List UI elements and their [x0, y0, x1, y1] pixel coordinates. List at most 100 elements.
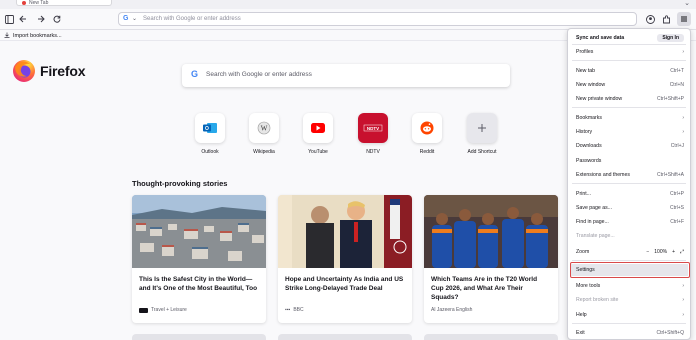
menu-label: Exit: [576, 329, 585, 336]
menu-item-new-tab[interactable]: New tab Ctrl+T: [568, 65, 690, 76]
zoom-out-button[interactable]: −: [646, 249, 649, 255]
menu-item-new-window[interactable]: New window Ctrl+N: [568, 79, 690, 90]
menu-item-help[interactable]: Help ›: [568, 309, 690, 320]
menu-item-new-private-window[interactable]: New private window Ctrl+Shift+P: [568, 93, 690, 104]
menu-item-print[interactable]: Print... Ctrl+P: [568, 188, 690, 199]
reddit-icon: [412, 113, 442, 143]
chevron-right-icon: ›: [682, 311, 684, 318]
shortcut-label: NDTV: [366, 149, 380, 155]
menu-shortcut: Ctrl+F: [670, 218, 684, 225]
sidebar-icon[interactable]: [3, 13, 15, 25]
menu-item-profiles[interactable]: Profiles ›: [568, 46, 690, 57]
tab-strip: New Tab ⌄: [0, 0, 696, 9]
forward-button[interactable]: [35, 13, 47, 25]
zoom-level[interactable]: 100%: [654, 249, 667, 255]
menu-item-report-broken-site[interactable]: Report broken site ›: [568, 294, 690, 305]
chevron-right-icon: ›: [682, 114, 684, 121]
menu-label: Passwords: [576, 157, 602, 164]
menu-shortcut: Ctrl+Shift+P: [657, 95, 684, 102]
app-menu-panel: Sync and save data Sign In Profiles › Ne…: [567, 28, 691, 340]
menu-item-translate: Translate page...: [568, 230, 690, 241]
google-engine-icon[interactable]: G: [123, 15, 128, 22]
shortcut-label: Reddit: [419, 149, 435, 155]
story-title: Hope and Uncertainty As India and US Str…: [285, 276, 404, 292]
menu-item-more-tools[interactable]: More tools ›: [568, 280, 690, 291]
menu-item-exit[interactable]: Exit Ctrl+Shift+Q: [568, 327, 690, 338]
menu-sync-label: Sync and save data: [576, 34, 625, 41]
menu-label: Help: [576, 311, 587, 318]
url-placeholder: Search with Google or enter address: [143, 16, 241, 22]
story-card-partial[interactable]: [278, 334, 412, 340]
story-card-partial[interactable]: [424, 334, 558, 340]
shortcut-reddit[interactable]: Reddit: [407, 113, 447, 155]
shortcut-wikipedia[interactable]: W Wikipedia: [244, 113, 284, 155]
svg-text:W: W: [261, 125, 268, 133]
menu-shortcut: Ctrl+Shift+Q: [656, 329, 684, 336]
menu-label: Extensions and themes: [576, 171, 630, 178]
list-all-tabs-icon[interactable]: ⌄: [684, 0, 690, 8]
google-icon: G: [191, 69, 199, 79]
menu-label: New window: [576, 81, 606, 88]
shortcut-label: Outlook: [201, 149, 219, 155]
menu-label: History: [576, 128, 593, 135]
account-icon[interactable]: [644, 13, 656, 25]
svg-text:NDTV: NDTV: [367, 126, 379, 131]
shortcut-outlook[interactable]: O Outlook: [190, 113, 230, 155]
plus-icon: [467, 113, 497, 143]
menu-item-bookmarks[interactable]: Bookmarks ›: [568, 112, 690, 123]
tab-title: New Tab: [29, 0, 49, 6]
shortcut-label: YouTube: [308, 149, 328, 155]
story-card[interactable]: Hope and Uncertainty As India and US Str…: [278, 195, 412, 323]
story-source: ▪▪▪ BBC: [285, 307, 304, 313]
ndtv-icon: NDTV: [358, 113, 388, 143]
source-logo-icon: ▪▪▪: [285, 307, 291, 313]
story-title: This Is the Safest City in the World—and…: [139, 276, 258, 292]
menu-shortcut: Ctrl+S: [669, 204, 684, 211]
url-bar[interactable]: G ⌄ Search with Google or enter address: [118, 12, 637, 26]
reload-button[interactable]: [51, 13, 63, 25]
tab-favicon-icon: [22, 1, 26, 5]
chevron-down-icon[interactable]: ⌄: [132, 15, 137, 22]
chevron-right-icon: ›: [682, 282, 684, 289]
source-logo-icon: [139, 307, 148, 313]
menu-item-downloads[interactable]: Downloads Ctrl+J: [568, 140, 690, 151]
brand-name: Firefox: [40, 63, 86, 79]
menu-sync-row: Sync and save data Sign In: [568, 32, 690, 43]
wikipedia-icon: W: [249, 113, 279, 143]
story-image-city: [132, 195, 266, 268]
svg-text:O: O: [205, 126, 209, 132]
menu-item-extensions[interactable]: Extensions and themes Ctrl+Shift+A: [568, 169, 690, 180]
import-bookmarks-label: Import bookmarks...: [13, 33, 62, 39]
menu-label: More tools: [576, 282, 601, 289]
menu-item-zoom: Zoom − 100% + ⤢: [568, 246, 690, 257]
story-title: Which Teams Are in the T20 World Cup 202…: [431, 276, 538, 301]
search-box[interactable]: G Search with Google or enter address: [182, 64, 510, 87]
app-menu-button[interactable]: [677, 12, 691, 26]
menu-label: Print...: [576, 190, 591, 197]
story-image-leaders: [278, 195, 412, 268]
shortcut-add[interactable]: Add Shortcut: [462, 113, 502, 155]
back-button[interactable]: [17, 13, 29, 25]
story-source: Al Jazeera English: [431, 307, 472, 313]
menu-item-save-page[interactable]: Save page as... Ctrl+S: [568, 202, 690, 213]
story-card[interactable]: This Is the Safest City in the World—and…: [132, 195, 266, 323]
menu-item-history[interactable]: History ›: [568, 126, 690, 137]
import-bookmarks-button[interactable]: Import bookmarks...: [4, 32, 62, 40]
import-icon: [4, 32, 10, 40]
tab-new-tab[interactable]: New Tab: [16, 0, 112, 6]
menu-item-find[interactable]: Find in page... Ctrl+F: [568, 216, 690, 227]
firefox-logo: Firefox: [12, 59, 85, 83]
story-card[interactable]: Which Teams Are in the T20 World Cup 202…: [424, 195, 558, 323]
fullscreen-icon[interactable]: ⤢: [680, 249, 684, 255]
story-card-partial[interactable]: [132, 334, 266, 340]
shortcut-youtube[interactable]: YouTube: [298, 113, 338, 155]
zoom-in-button[interactable]: +: [672, 249, 675, 255]
shortcut-ndtv[interactable]: NDTV NDTV: [353, 113, 393, 155]
menu-shortcut: Ctrl+N: [669, 81, 684, 88]
menu-label: Downloads: [576, 142, 602, 149]
extensions-icon[interactable]: [660, 13, 672, 25]
menu-item-passwords[interactable]: Passwords: [568, 155, 690, 166]
sign-in-button[interactable]: Sign In: [657, 33, 684, 42]
story-source: Travel + Leisure: [139, 307, 187, 313]
outlook-icon: O: [195, 113, 225, 143]
